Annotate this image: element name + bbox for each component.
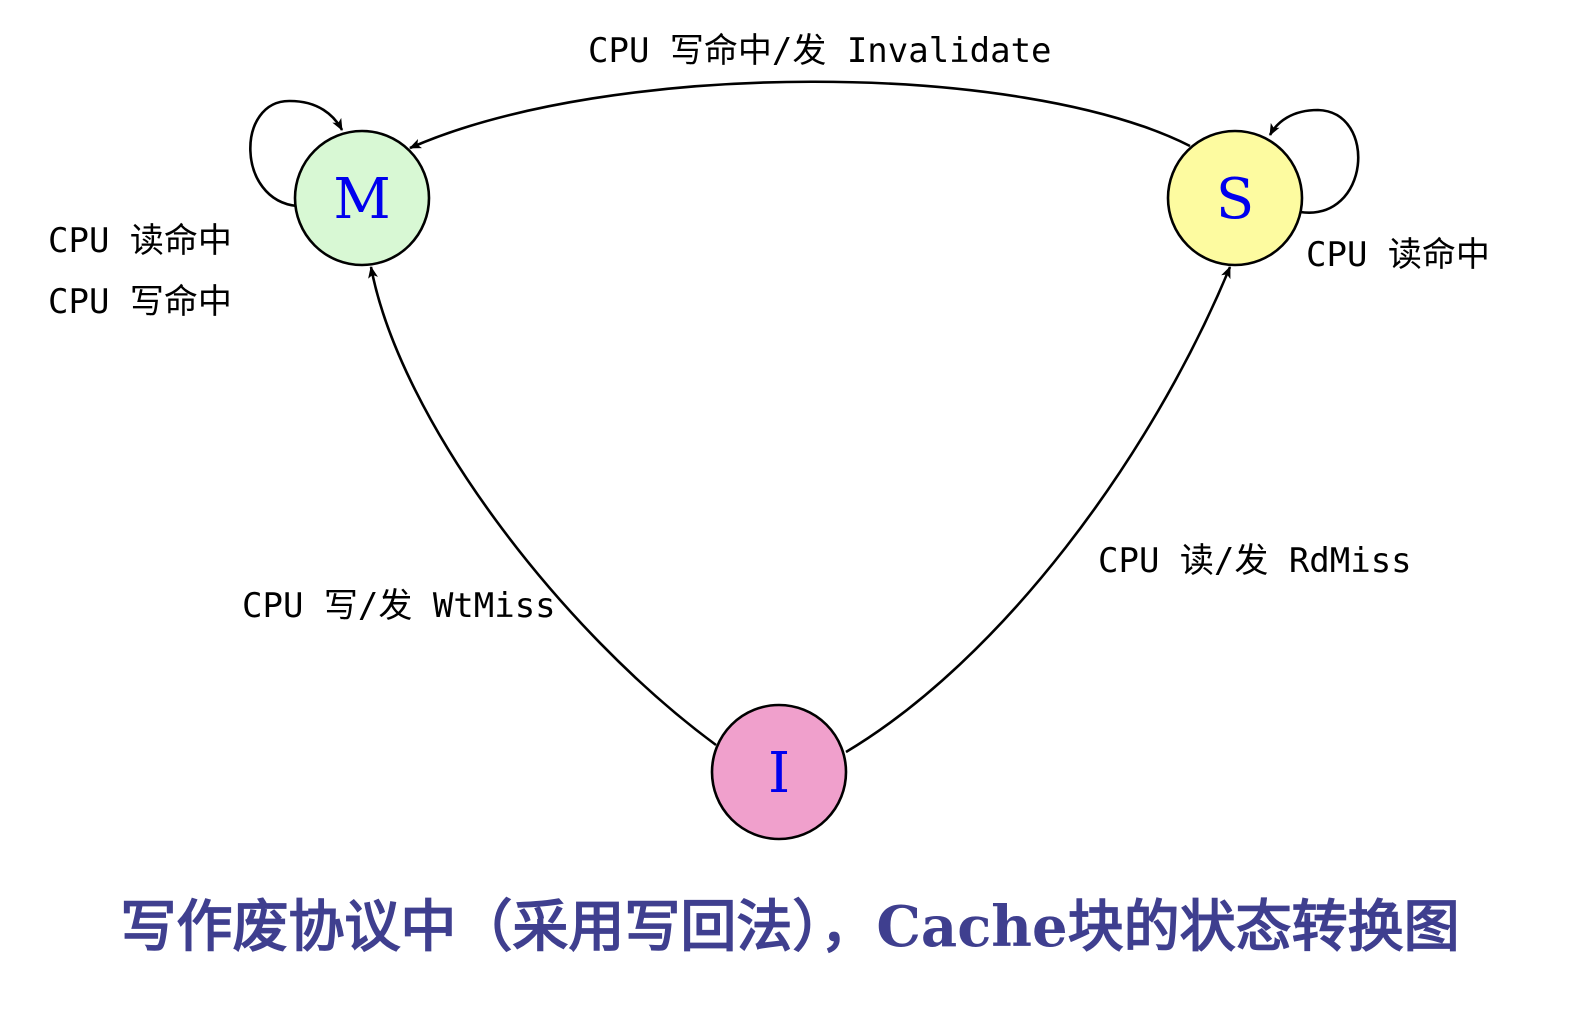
label-m-self-read: CPU 读命中 (48, 221, 232, 261)
state-i-label: I (768, 741, 790, 806)
state-s-node: S (1166, 129, 1304, 267)
state-s-label: S (1216, 167, 1254, 232)
state-i-node: I (710, 703, 848, 841)
label-i-to-m: CPU 写/发 WtMiss (242, 586, 556, 626)
diagram-caption: 写作废协议中（采用写回法），Cache块的状态转换图 (120, 894, 1460, 960)
edge-i-to-m (368, 266, 717, 747)
state-transition-diagram: M S I CPU 写命中/发 Invalidate CPU 读命中 CPU 写… (48, 31, 1490, 841)
state-m-node: M (293, 129, 431, 267)
edge-s-to-m (409, 80, 1191, 150)
label-i-to-s: CPU 读/发 RdMiss (1098, 541, 1412, 581)
label-s-self-read: CPU 读命中 (1306, 235, 1490, 275)
label-m-self-write: CPU 写命中 (48, 282, 232, 322)
edge-i-to-s (845, 266, 1232, 754)
state-m-label: M (333, 167, 390, 232)
label-s-to-m: CPU 写命中/发 Invalidate (588, 31, 1052, 71)
